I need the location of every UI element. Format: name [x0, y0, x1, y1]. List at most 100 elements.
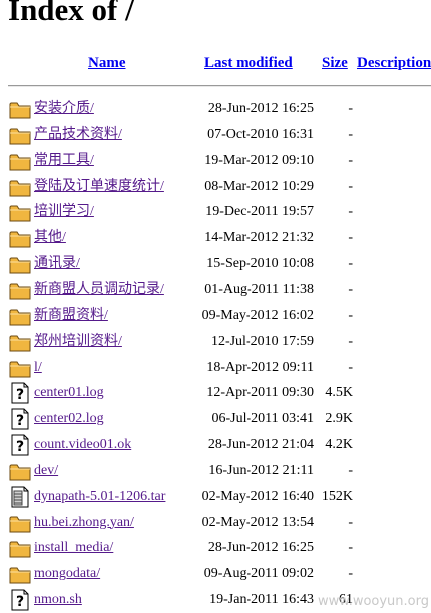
listing-row: 其他/14-Mar-2012 21:32 -: [0, 227, 431, 251]
listing-row: 登陆及订单速度统计/08-Mar-2012 10:29 -: [0, 176, 431, 200]
entry-modified: 02-May-2012 16:40: [201, 488, 314, 504]
entry-modified: 02-May-2012 13:54: [201, 514, 314, 530]
listing-row: ? count.video01.ok 28-Jun-2012 21:04 4.2K: [0, 434, 431, 458]
listing-row: ? center01.log 12-Apr-2011 09:30 4.5K: [0, 382, 431, 406]
folder-icon: [9, 201, 31, 223]
entry-link[interactable]: 培训学习/: [34, 204, 94, 220]
listing-row: 新商盟人员调动记录/01-Aug-2011 11:38 -: [0, 279, 431, 303]
listing-row: 培训学习/19-Dec-2011 19:57 -: [0, 201, 431, 225]
entry-modified: 28-Jun-2012 21:04: [207, 437, 314, 453]
entry-link[interactable]: dev/: [34, 463, 58, 479]
archive-file-icon: [9, 486, 31, 508]
listing-row: ? center02.log 06-Jul-2011 03:41 2.9K: [0, 408, 431, 432]
listing-row: 通讯录/15-Sep-2010 10:08 -: [0, 253, 431, 277]
folder-icon: [9, 98, 31, 120]
folder-icon: [9, 253, 31, 275]
entry-modified: 12-Jul-2010 17:59: [210, 333, 314, 349]
entry-link[interactable]: center02.log: [34, 411, 104, 427]
folder-icon: [9, 537, 31, 559]
entry-size: 2.9K: [325, 411, 353, 427]
entry-modified: 14-Mar-2012 21:32: [204, 230, 314, 246]
unknown-file-icon: ?: [9, 408, 31, 430]
entry-modified: 07-Oct-2010 16:31: [207, 126, 314, 142]
entry-size: -: [348, 307, 353, 323]
entry-size: -: [348, 359, 353, 375]
entry-modified: 16-Jun-2012 21:11: [208, 462, 314, 478]
entry-link[interactable]: hu.bei.zhong.yan/: [34, 515, 134, 531]
entry-link[interactable]: 其他/: [34, 230, 66, 246]
unknown-file-icon: ?: [9, 434, 31, 456]
entry-modified: 12-Apr-2011 09:30: [206, 385, 314, 401]
svg-text:?: ?: [16, 413, 24, 429]
entry-size: -: [348, 152, 353, 168]
entry-modified: 09-Aug-2011 09:02: [203, 566, 314, 582]
entry-link[interactable]: 新商盟资料/: [34, 308, 108, 324]
entry-size: -: [348, 566, 353, 582]
folder-icon: [9, 124, 31, 146]
entry-link[interactable]: 登陆及订单速度统计/: [34, 179, 164, 195]
svg-text:?: ?: [16, 594, 24, 610]
listing-row: mongodata/09-Aug-2011 09:02 -: [0, 563, 431, 587]
entry-link[interactable]: 郑州培训资料/: [34, 334, 122, 350]
entry-size: -: [348, 126, 353, 142]
entry-link[interactable]: 通讯录/: [34, 256, 80, 272]
entry-size: 4.2K: [325, 437, 353, 453]
entry-modified: 15-Sep-2010 10:08: [206, 256, 314, 272]
folder-icon: [9, 331, 31, 353]
folder-icon: [9, 279, 31, 301]
svg-text:?: ?: [16, 439, 24, 455]
listing-row: 郑州培训资料/12-Jul-2010 17:59 -: [0, 331, 431, 355]
entry-size: -: [348, 333, 353, 349]
entry-modified: 28-Jun-2012 16:25: [207, 540, 314, 556]
folder-icon: [9, 460, 31, 482]
folder-icon: [9, 305, 31, 327]
entry-link[interactable]: l/: [34, 360, 42, 376]
folder-icon: [9, 512, 31, 534]
entry-link[interactable]: 安装介质/: [34, 101, 94, 117]
svg-text:?: ?: [16, 387, 24, 403]
entry-modified: 01-Aug-2011 11:38: [204, 281, 314, 297]
entry-link[interactable]: 产品技术资料/: [34, 127, 122, 143]
entry-modified: 06-Jul-2011 03:41: [211, 411, 314, 427]
entry-size: -: [348, 514, 353, 530]
entry-modified: 08-Mar-2012 10:29: [204, 178, 314, 194]
entry-size: -: [348, 256, 353, 272]
folder-icon: [9, 176, 31, 198]
entry-modified: 19-Jan-2011 16:43: [209, 592, 314, 608]
entry-link[interactable]: count.video01.ok: [34, 437, 131, 453]
folder-icon: [9, 227, 31, 249]
listing-row: 安装介质/28-Jun-2012 16:25 -: [0, 98, 431, 122]
entry-modified: 28-Jun-2012 16:25: [207, 101, 314, 116]
entry-link[interactable]: center01.log: [34, 385, 104, 401]
folder-icon: [9, 357, 31, 379]
entry-link[interactable]: nmon.sh: [34, 592, 82, 608]
entry-size: 152K: [321, 488, 353, 504]
entry-link[interactable]: dynapath-5.01-1206.tar: [34, 489, 165, 505]
entry-size: 4.5K: [325, 385, 353, 401]
entry-modified: 09-May-2012 16:02: [201, 307, 314, 323]
entry-size: -: [348, 204, 353, 220]
unknown-file-icon: ?: [9, 382, 31, 404]
entry-size: -: [348, 540, 353, 556]
entry-modified: 19-Mar-2012 09:10: [204, 152, 314, 168]
entry-size: -: [348, 178, 353, 194]
entry-link[interactable]: 新商盟人员调动记录/: [34, 282, 164, 298]
entry-size: -: [348, 281, 353, 297]
watermark: www.wooyun.org: [317, 594, 429, 609]
entry-size: -: [348, 462, 353, 478]
listing-row: hu.bei.zhong.yan/02-May-2012 13:54 -: [0, 512, 431, 536]
entry-link[interactable]: mongodata/: [34, 566, 100, 582]
directory-listing: 安装介质/28-Jun-2012 16:25- 产品技术资料/07-Oct-201…: [0, 0, 431, 611]
entry-link[interactable]: install_media/: [34, 540, 113, 556]
listing-row: dev/16-Jun-2012 21:11 -: [0, 460, 431, 484]
listing-row: 产品技术资料/07-Oct-2010 16:31 -: [0, 124, 431, 148]
folder-icon: [9, 150, 31, 172]
folder-icon: [9, 563, 31, 585]
entry-size: -: [348, 230, 353, 246]
entry-modified: 19-Dec-2011 19:57: [205, 204, 314, 220]
unknown-file-icon: ?: [9, 589, 31, 611]
entry-link[interactable]: 常用工具/: [34, 153, 94, 169]
listing-row: 新商盟资料/09-May-2012 16:02 -: [0, 305, 431, 329]
entry-size: -: [348, 101, 353, 116]
listing-row: 常用工具/19-Mar-2012 09:10 -: [0, 150, 431, 174]
